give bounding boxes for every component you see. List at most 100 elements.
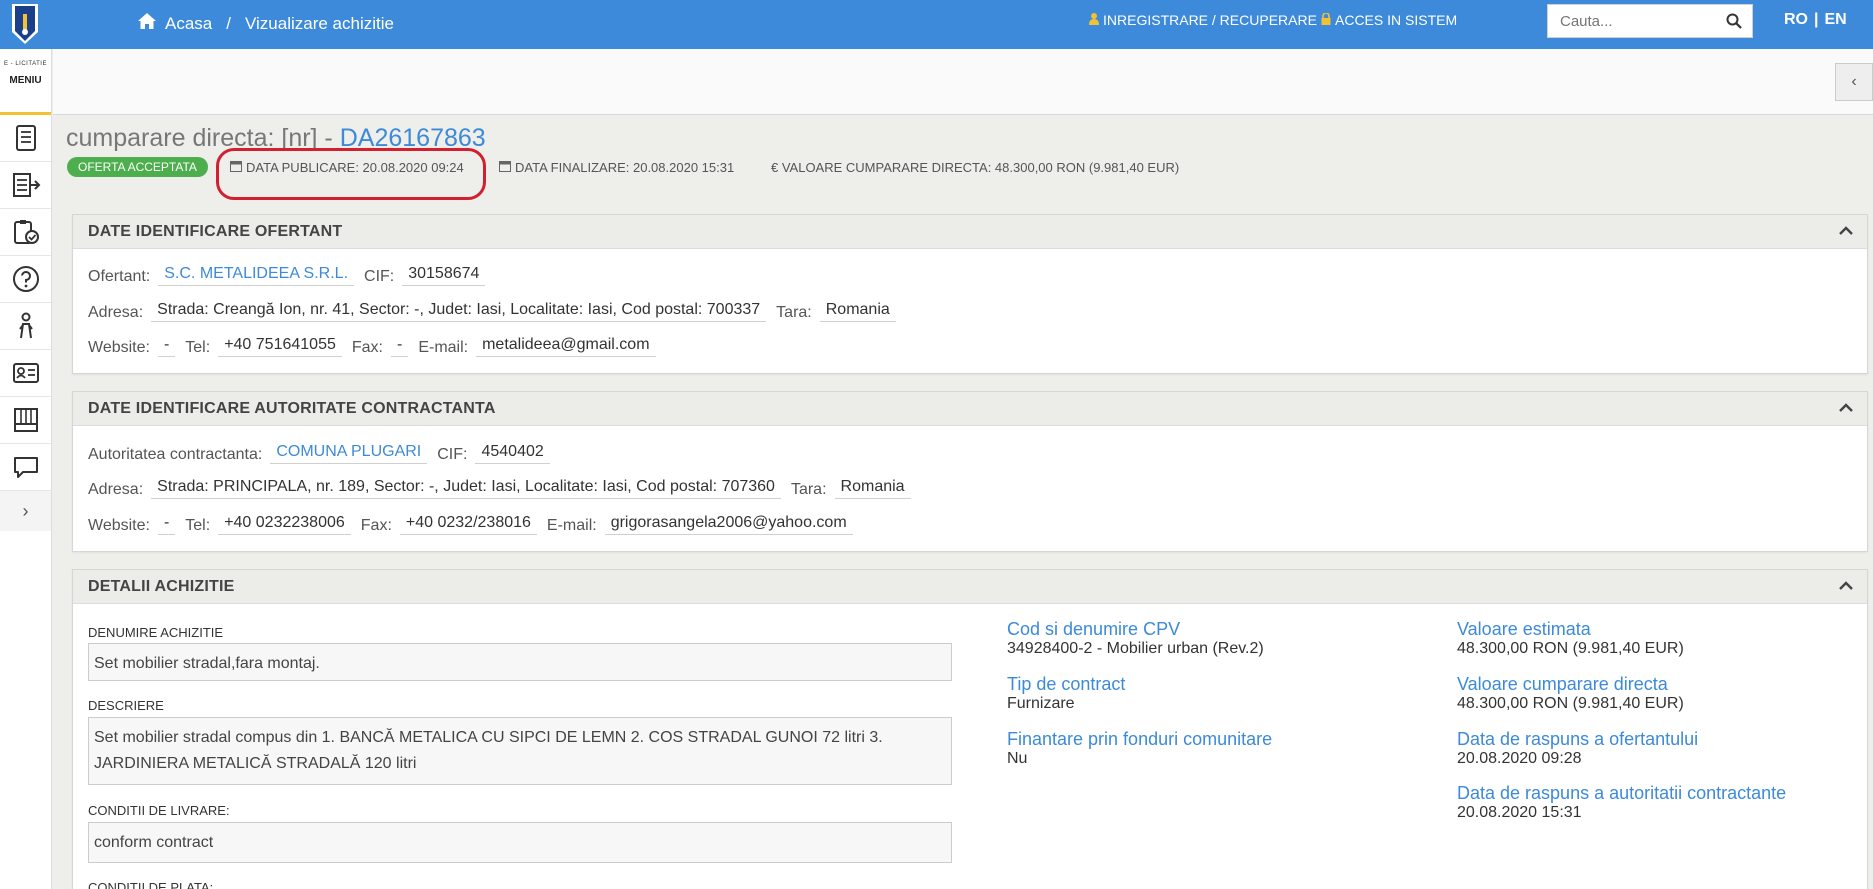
authority-panel-title: DATE IDENTIFICARE AUTORITATE CONTRACTANT… [88, 399, 496, 417]
payment-conditions-label: CONDITII DE PLATA: [88, 880, 214, 889]
home-icon[interactable] [137, 12, 157, 35]
tel-value: +40 0232238006 [218, 514, 351, 535]
sidebar-item-list[interactable] [0, 162, 51, 209]
estimated-value-info: Valoare estimata 48.300,00 RON (9.981,40… [1457, 619, 1684, 658]
cpv-info: Cod si denumire CPV 34928400-2 - Mobilie… [1007, 619, 1264, 658]
sidebar-expand-button[interactable]: › [0, 491, 51, 531]
website-label: Website: [88, 339, 150, 356]
sidebar-item-catalog[interactable] [0, 397, 51, 444]
email-value: grigorasangela2006@yahoo.com [604, 514, 853, 535]
cif-value: 4540402 [475, 443, 550, 464]
sidebar-item-person[interactable] [0, 303, 51, 350]
bidder-panel-title: DATE IDENTIFICARE OFERTANT [88, 222, 343, 240]
sidebar-item-id-card[interactable] [0, 350, 51, 397]
address-label: Adresa: [88, 304, 144, 321]
acquisition-name-label: DENUMIRE ACHIZITIE [88, 625, 224, 640]
ofertant-link[interactable]: S.C. METALIDEEA S.R.L. [158, 265, 355, 286]
chevron-left-icon: ‹ [1851, 73, 1857, 90]
search-icon[interactable] [1716, 13, 1752, 29]
estimated-value-label: Valoare estimata [1457, 619, 1591, 639]
shield-logo-icon [12, 3, 38, 44]
sidebar: E - LICITATIE MENIU › [0, 49, 52, 889]
top-navbar: Acasa / Vizualizare achizitie INREGISTRA… [0, 0, 1873, 49]
delivery-conditions-label: CONDITII DE LIVRARE: [88, 803, 230, 818]
breadcrumb-home-link[interactable]: Acasa [165, 14, 212, 34]
collapse-panel-button[interactable]: ‹ [1835, 63, 1873, 101]
cpv-value: 34928400-2 - Mobilier urban (Rev.2) [1007, 640, 1264, 657]
ofertant-label: Ofertant: [88, 268, 151, 285]
cif-value: 30158674 [402, 265, 486, 286]
authority-response-info: Data de raspuns a autoritatii contractan… [1457, 783, 1786, 822]
authority-panel-header[interactable]: DATE IDENTIFICARE AUTORITATE CONTRACTANT… [73, 392, 1867, 426]
website-value: - [157, 336, 176, 357]
tel-value: +40 751641055 [218, 336, 342, 357]
eu-funds-info: Finantare prin fonduri comunitare Nu [1007, 729, 1272, 768]
acquisition-name-field: Set mobilier stradal,fara montaj. [88, 643, 952, 681]
email-label: E-mail: [546, 517, 597, 534]
authority-response-value: 20.08.2020 15:31 [1457, 804, 1582, 821]
authority-row-contact: Website: - Tel: +40 0232238006 Fax: +40 … [88, 514, 863, 535]
sidebar-brand-small: E - LICITATIE [4, 61, 47, 67]
cif-label: CIF: [364, 268, 395, 285]
details-panel-title: DETALII ACHIZITIE [88, 577, 235, 595]
chevron-up-icon[interactable] [1839, 223, 1853, 240]
details-panel-header[interactable]: DETALII ACHIZITIE [73, 570, 1867, 604]
eu-funds-label: Finantare prin fonduri comunitare [1007, 729, 1273, 749]
country-label: Tara: [790, 481, 827, 498]
tel-label: Tel: [185, 517, 211, 534]
sidebar-item-documents[interactable] [0, 115, 51, 162]
breadcrumb: Acasa / Vizualizare achizitie [137, 12, 394, 35]
final-date-text: DATA FINALIZARE: 20.08.2020 15:31 [515, 160, 735, 175]
search-input[interactable] [1548, 12, 1716, 30]
country-value: Romania [819, 301, 896, 322]
authority-panel: DATE IDENTIFICARE AUTORITATE CONTRACTANT… [72, 391, 1868, 552]
bidder-panel: DATE IDENTIFICARE OFERTANT Ofertant: S.C… [72, 214, 1868, 374]
cif-label: CIF: [437, 446, 468, 463]
website-value: - [157, 514, 176, 535]
bidder-response-value: 20.08.2020 09:28 [1457, 750, 1582, 767]
authority-row-address: Adresa: Strada: PRINCIPALA, nr. 189, Sec… [88, 478, 921, 499]
bidder-row-name: Ofertant: S.C. METALIDEEA S.R.L. CIF: 30… [88, 265, 495, 286]
details-panel: DETALII ACHIZITIE DENUMIRE ACHIZITIE Set… [72, 569, 1868, 889]
person-icon [18, 312, 33, 339]
logo[interactable] [0, 0, 50, 49]
breadcrumb-current: Vizualizare achizitie [244, 13, 394, 33]
email-value: metalideea@gmail.com [476, 336, 656, 357]
authority-label: Autoritatea contractanta: [88, 446, 263, 463]
contract-type-label: Tip de contract [1007, 674, 1126, 694]
sidebar-item-chat[interactable] [0, 444, 51, 491]
direct-value-label: Valoare cumparare directa [1457, 674, 1668, 694]
register-link[interactable]: INREGISTRARE / RECUPERARE [1089, 12, 1317, 28]
chat-icon [13, 457, 38, 478]
lang-ro-link[interactable]: RO [1784, 11, 1808, 29]
address-value: Strada: PRINCIPALA, nr. 189, Sector: -, … [151, 478, 781, 499]
direct-value: 48.300,00 RON (9.981,40 EUR) [1457, 695, 1684, 712]
login-link[interactable]: ACCES IN SISTEM [1321, 12, 1457, 28]
search-box [1547, 4, 1753, 38]
final-date: DATA FINALIZARE: 20.08.2020 15:31 [499, 160, 734, 175]
chevron-up-icon[interactable] [1839, 578, 1853, 595]
eu-funds-value: Nu [1007, 750, 1028, 767]
highlight-annotation [216, 148, 486, 200]
lang-en-link[interactable]: EN [1824, 11, 1846, 29]
address-label: Adresa: [88, 481, 144, 498]
chevron-up-icon[interactable] [1839, 400, 1853, 417]
country-value: Romania [834, 478, 911, 499]
estimated-value: 48.300,00 RON (9.981,40 EUR) [1457, 640, 1684, 657]
sidebar-item-clipboard[interactable] [0, 209, 51, 256]
sub-header: ‹ [53, 49, 1873, 115]
fax-label: Fax: [351, 339, 383, 356]
clipboard-check-icon [13, 220, 39, 244]
bidder-panel-header[interactable]: DATE IDENTIFICARE OFERTANT [73, 215, 1867, 249]
country-label: Tara: [776, 304, 812, 321]
address-value: Strada: Creangă Ion, nr. 41, Sector: -, … [151, 301, 767, 322]
authority-link[interactable]: COMUNA PLUGARI [270, 443, 428, 464]
id-card-icon [12, 363, 39, 383]
calendar-icon [499, 160, 511, 175]
language-switcher: RO | EN [1784, 11, 1847, 29]
direct-purchase-value: € VALOARE CUMPARARE DIRECTA: 48.300,00 R… [771, 160, 1179, 175]
fax-value: +40 0232/238016 [399, 514, 537, 535]
description-label: DESCRIERE [88, 698, 164, 713]
sidebar-brand[interactable]: E - LICITATIE MENIU [0, 49, 51, 115]
sidebar-item-help[interactable] [0, 256, 51, 303]
